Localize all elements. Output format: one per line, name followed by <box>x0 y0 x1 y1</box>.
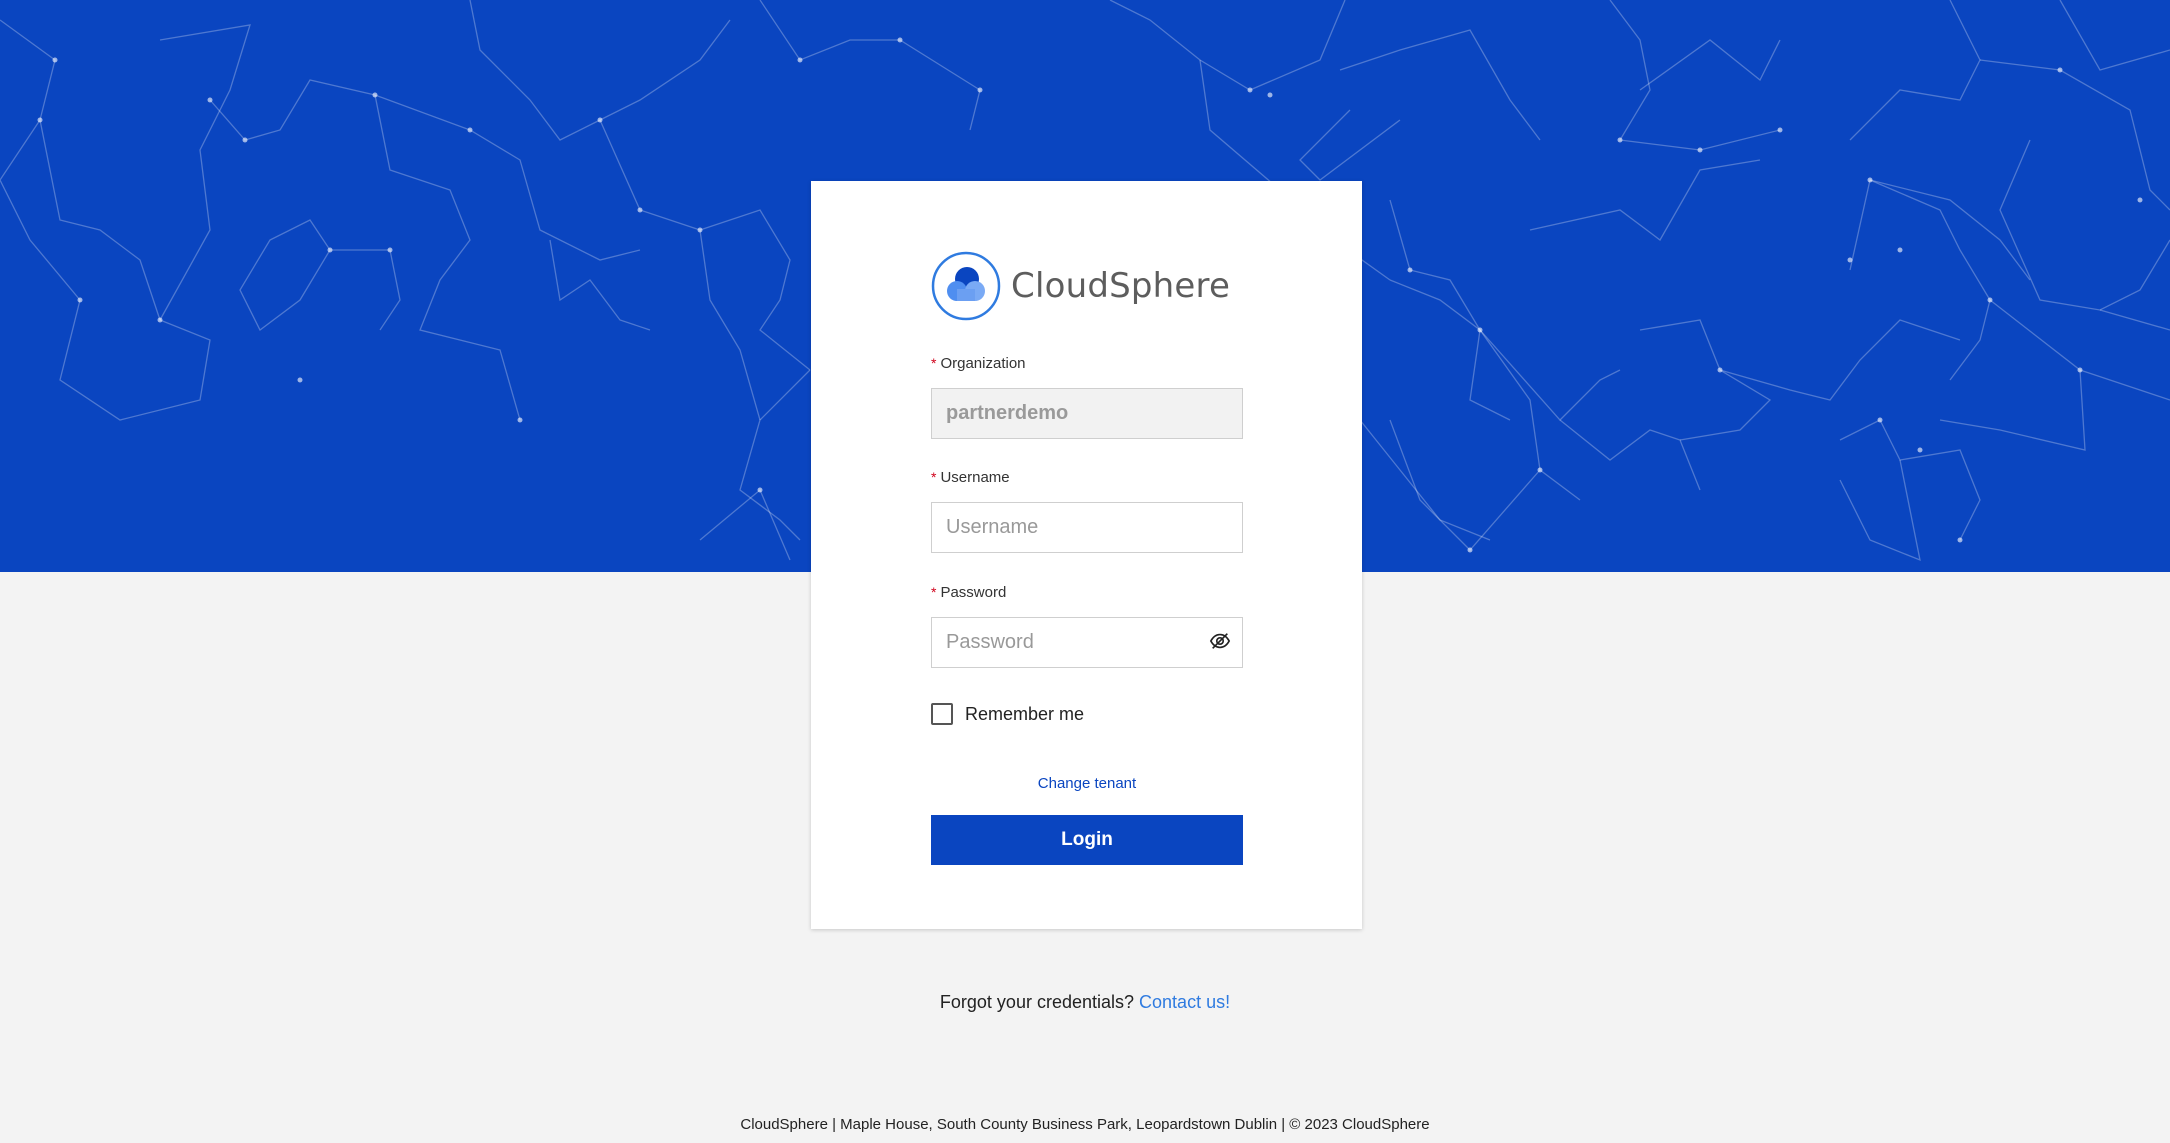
login-card: CloudSphere *Organization *Username *Pas… <box>811 181 1362 929</box>
organization-label: * Organization <box>931 355 1026 372</box>
forgot-credentials: Forgot your credentials? Contact us! <box>0 992 2170 1013</box>
required-marker: * <box>931 355 937 371</box>
brand-logo: CloudSphere <box>931 251 1230 321</box>
required-marker: * <box>931 584 937 600</box>
password-label: * Password <box>931 584 1007 601</box>
contact-us-link[interactable]: Contact us! <box>1139 992 1230 1012</box>
remember-me-checkbox[interactable] <box>931 703 953 725</box>
login-button[interactable]: Login <box>931 815 1243 865</box>
organization-field: * Organization <box>931 353 1243 439</box>
forgot-credentials-text: Forgot your credentials? <box>939 992 1135 1012</box>
username-input[interactable] <box>931 502 1243 553</box>
cloud-sphere-logo-icon <box>931 251 1001 321</box>
username-field: * Username <box>931 467 1243 553</box>
required-marker: * <box>931 469 937 485</box>
remember-me-row[interactable]: Remember me <box>931 703 1084 725</box>
password-input[interactable] <box>931 617 1243 668</box>
organization-input[interactable] <box>931 388 1243 439</box>
eye-slash-icon[interactable] <box>1209 630 1231 652</box>
remember-me-label: Remember me <box>965 703 1085 724</box>
page-footer: CloudSphere | Maple House, South County … <box>740 1116 1430 1133</box>
change-tenant-link[interactable]: Change tenant <box>931 775 1243 792</box>
password-field: * Password <box>931 582 1243 668</box>
brand-name: CloudSphere <box>1011 266 1231 306</box>
username-label: * Username <box>931 469 1010 486</box>
password-input-wrapper <box>931 602 1243 668</box>
